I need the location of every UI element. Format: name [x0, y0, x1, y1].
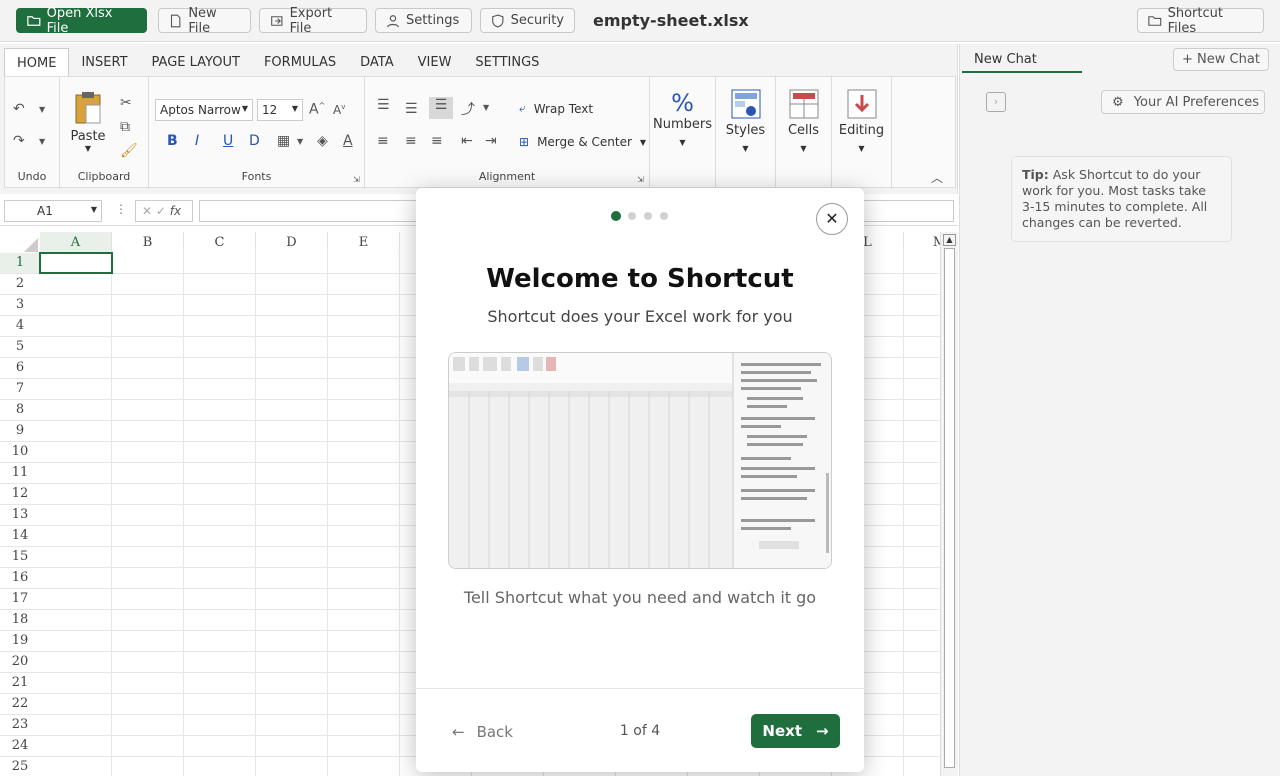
shortcut-files-button[interactable]: Shortcut Files — [1137, 5, 1264, 36]
export-icon — [271, 15, 283, 26]
step-dot[interactable] — [644, 212, 652, 220]
onboarding-modal: ✕ Welcome to Shortcut Shortcut does your… — [416, 188, 864, 772]
open-xlsx-label: Open Xlsx File — [46, 5, 113, 36]
settings-button[interactable]: Settings — [375, 8, 472, 33]
file-icon — [170, 14, 181, 27]
new-file-button[interactable]: New File — [158, 5, 251, 36]
shortcut-files-label: Shortcut Files — [1167, 5, 1223, 36]
file-name: empty-sheet.xlsx — [593, 11, 749, 30]
step-dot[interactable] — [660, 212, 668, 220]
folder-icon — [27, 15, 41, 26]
next-button[interactable]: Next → — [751, 714, 840, 748]
security-button[interactable]: Security — [480, 8, 575, 33]
user-icon — [387, 14, 399, 27]
top-toolbar: Open Xlsx File New File Export File Sett… — [0, 0, 1280, 42]
modal-footer: ← Back 1 of 4 Next → — [416, 688, 864, 772]
close-icon: ✕ — [825, 209, 839, 228]
folder-icon — [1148, 15, 1162, 26]
modal-subtitle: Shortcut does your Excel work for you — [487, 307, 793, 326]
settings-label: Settings — [406, 13, 460, 28]
modal-caption: Tell Shortcut what you need and watch it… — [463, 588, 817, 607]
new-file-label: New File — [188, 5, 217, 36]
preview-image — [448, 352, 832, 569]
next-label: Next — [762, 722, 802, 740]
arrow-right-icon: → — [816, 722, 829, 740]
export-file-label: Export File — [289, 5, 333, 36]
export-file-button[interactable]: Export File — [259, 5, 367, 36]
step-indicator — [611, 211, 669, 221]
step-dot[interactable] — [611, 211, 621, 221]
modal-title: Welcome to Shortcut — [486, 264, 794, 294]
preview-screenshot-image — [449, 353, 831, 568]
open-xlsx-button[interactable]: Open Xlsx File — [16, 5, 147, 36]
shield-icon — [492, 13, 504, 28]
step-dot[interactable] — [628, 212, 636, 220]
close-button[interactable]: ✕ — [816, 203, 848, 235]
security-label: Security — [510, 13, 564, 28]
